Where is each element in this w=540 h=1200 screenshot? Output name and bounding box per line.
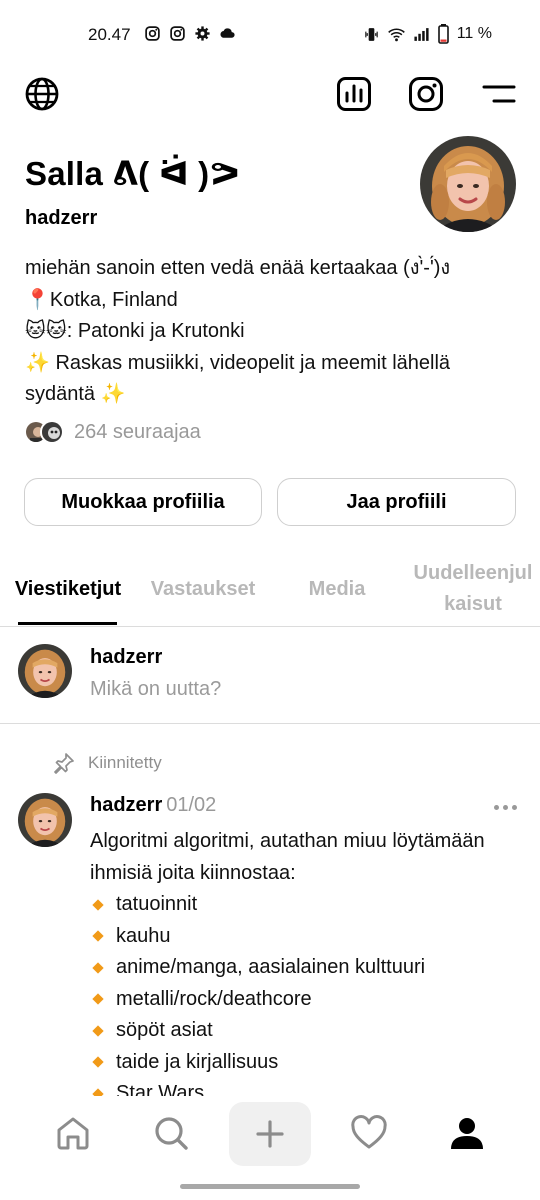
followers-count: 264 seuraajaa [74, 420, 201, 443]
search-icon [155, 1117, 188, 1150]
post-date: 01/02 [166, 794, 217, 816]
post-avatar[interactable] [18, 793, 72, 847]
home-icon [57, 1117, 89, 1150]
avatar-image [420, 136, 516, 232]
list-item: anime/manga, aasialainen kulttuuri [90, 952, 510, 984]
tab-media[interactable]: Media [277, 552, 397, 626]
home-indicator[interactable] [180, 1184, 360, 1189]
bio-line: 🐱🐱: Patonki ja Krutonki [25, 320, 245, 342]
bullet-diamond-icon [92, 1056, 104, 1068]
post-header: hadzerr 01/02 [90, 794, 216, 817]
share-profile-button[interactable]: Jaa profiili [277, 478, 516, 526]
more-dot [502, 804, 508, 810]
profile-tabs: Viestiketjut Vastaukset Media Uudelleenj… [0, 552, 540, 627]
bullet-diamond-icon [92, 899, 104, 911]
pin-icon [54, 753, 74, 774]
list-item: metalli/rock/deathcore [90, 984, 510, 1016]
bio-line: 📍Kotka, Finland [25, 288, 178, 311]
post-more-button[interactable] [490, 796, 520, 818]
wifi-icon [387, 28, 405, 41]
bar-chart-icon [337, 77, 371, 111]
instagram-icon [145, 26, 160, 41]
more-dot [511, 804, 517, 810]
plus-icon [256, 1120, 284, 1148]
bullet-diamond-icon [92, 993, 104, 1005]
post-body: Algoritmi algoritmi, autathan miuu löytä… [90, 826, 510, 1110]
pinned-indicator: Kiinnitetty [52, 751, 162, 775]
status-time: 20.47 [88, 25, 131, 44]
insights-button[interactable] [334, 74, 374, 114]
post-list: tatuoinnit kauhu anime/manga, aasialaine… [90, 889, 510, 1110]
list-item: tatuoinnit [90, 889, 510, 921]
menu-button[interactable] [478, 74, 518, 114]
list-item: söpöt asiat [90, 1015, 510, 1047]
tab-threads[interactable]: Viestiketjut [8, 552, 128, 626]
battery-icon [437, 24, 449, 44]
composer-username: hadzerr [90, 646, 163, 668]
gear-icon [195, 26, 210, 41]
edit-profile-button[interactable]: Muokkaa profiilia [24, 478, 262, 526]
nav-home[interactable] [48, 1108, 98, 1158]
more-dot [493, 804, 499, 810]
profile-handle: hadzerr [25, 207, 98, 229]
nav-profile[interactable] [442, 1108, 492, 1158]
post-intro: Algoritmi algoritmi, autathan miuu löytä… [90, 830, 485, 884]
profile-bio: miehän sanoin etten vedä enää kertaakaa … [25, 253, 525, 411]
list-item: kauhu [90, 921, 510, 953]
followers-link[interactable]: 264 seuraajaa [24, 420, 201, 444]
bio-line: miehän sanoin etten vedä enää kertaakaa … [25, 257, 451, 279]
menu-icon [482, 85, 516, 103]
list-item: taide ja kirjallisuus [90, 1047, 510, 1079]
profile-name: Salla ᕕ( ᐛ )ᕗ [25, 155, 241, 192]
bullet-diamond-icon [92, 962, 104, 974]
profile-icon [451, 1118, 483, 1149]
follower-avatar [40, 420, 64, 444]
bio-line: ✨ Raskas musiikki, videopelit ja meemit … [25, 351, 451, 406]
instagram-button[interactable] [406, 74, 446, 114]
signal-icon [414, 27, 429, 41]
profile-avatar[interactable] [420, 136, 516, 232]
vibrate-icon [364, 27, 378, 41]
language-button[interactable] [22, 74, 62, 114]
bullet-diamond-icon [92, 930, 104, 942]
instagram-icon [170, 26, 185, 41]
bullet-diamond-icon [92, 1025, 104, 1037]
pinned-label: Kiinnitetty [88, 753, 162, 772]
nav-search[interactable] [146, 1108, 196, 1158]
nav-new-thread[interactable] [229, 1102, 311, 1166]
nav-activity[interactable] [344, 1108, 394, 1158]
status-bar: 20.47 11 % [0, 0, 540, 68]
post-username[interactable]: hadzerr [90, 794, 162, 816]
new-thread-composer[interactable]: hadzerr Mikä on uutta? [0, 628, 540, 724]
tab-replies[interactable]: Vastaukset [143, 552, 263, 626]
active-tab-indicator [18, 622, 117, 625]
battery-percent: 11 % [456, 25, 492, 42]
composer-placeholder[interactable]: Mikä on uutta? [90, 678, 221, 701]
avatar [18, 644, 72, 698]
top-nav [0, 74, 540, 116]
tab-reposts[interactable]: Uudelleenjulkaisut [413, 552, 533, 626]
heart-icon [351, 1115, 387, 1149]
instagram-icon [409, 77, 443, 111]
cloud-icon [220, 28, 235, 38]
globe-icon [25, 77, 59, 111]
